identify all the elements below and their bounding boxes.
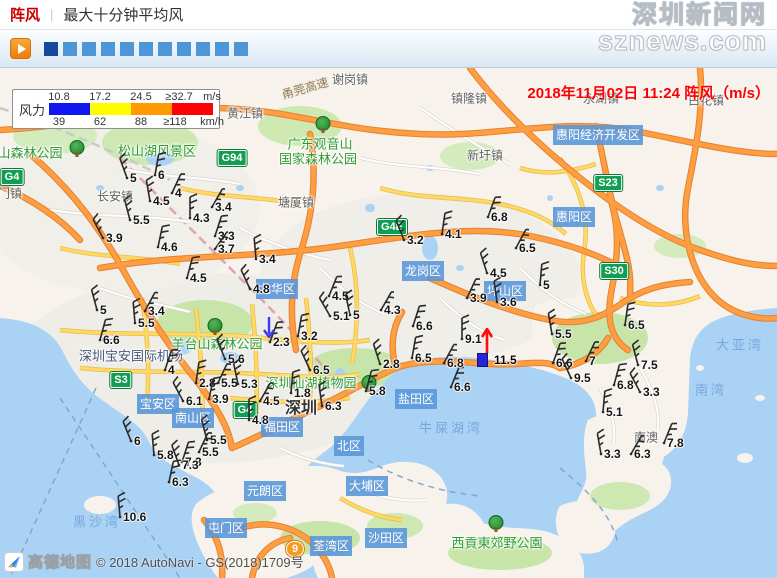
timeline-step-8[interactable]: [177, 42, 191, 56]
wind-value: 3.9: [212, 392, 229, 406]
wind-value: 5: [543, 278, 550, 292]
wind-value: 9.1: [465, 332, 482, 346]
timeline-step-5[interactable]: [120, 42, 134, 56]
wind-value: 3.2: [301, 329, 318, 343]
wind-value: 5: [130, 171, 137, 185]
wind-value: 4.5: [153, 194, 170, 208]
wind-value: 6.8: [447, 356, 464, 370]
wind-value: 6.6: [103, 333, 120, 347]
legend-tick: 62: [94, 116, 106, 128]
wind-value: 6.5: [313, 363, 330, 377]
timeline-step-2[interactable]: [63, 42, 77, 56]
legend-tick: 24.5: [130, 91, 151, 103]
wind-value: 6.6: [416, 319, 433, 333]
legend-color-segment-2: [90, 103, 131, 115]
wind-value: 4.8: [252, 413, 269, 427]
timeline-step-3[interactable]: [82, 42, 96, 56]
legend-color-bar: [49, 103, 213, 115]
wind-value: 6.3: [634, 447, 651, 461]
legend-tick: 17.2: [89, 91, 110, 103]
header-separator: |: [50, 7, 53, 22]
legend-color-segment-3: [131, 103, 172, 115]
wind-value: 7.3: [182, 458, 199, 472]
timeline-step-7[interactable]: [158, 42, 172, 56]
wind-value: 3.9: [106, 231, 123, 245]
wind-value: 7.8: [667, 436, 684, 450]
wind-value: 5.5: [138, 316, 155, 330]
wind-value: 5.1: [333, 309, 350, 323]
legend-tick: 10.8: [48, 91, 69, 103]
timeline-step-1[interactable]: [44, 42, 58, 56]
amap-logo-icon: [4, 552, 24, 572]
legend-title: 风力: [19, 100, 45, 119]
wind-value: 3.2: [407, 233, 424, 247]
legend-scale: 10.817.224.5≥32.7m/s 396288≥118km/h: [49, 91, 219, 127]
timeline-step-10[interactable]: [215, 42, 229, 56]
wind-value: 4.1: [445, 227, 462, 241]
wind-value: 6.5: [519, 241, 536, 255]
wind-value: 3.3: [643, 385, 660, 399]
app-root: 阵风 | 最大十分钟平均风 深圳新闻网 sznews.com: [0, 0, 777, 578]
timeline-step-9[interactable]: [196, 42, 210, 56]
wind-value: 4.3: [384, 303, 401, 317]
legend-tick: m/s: [203, 91, 221, 103]
map-canvas[interactable]: 惠阳经济开发区惠阳区龙岗区龙华区坪山区宝安区南山区福田区盐田区北区元朗区屯门区大…: [0, 68, 777, 578]
copyright-text: © 2018 AutoNavi - GS(2018)1709号: [96, 552, 304, 571]
wind-value: 6: [134, 434, 141, 448]
wind-value: 5: [353, 308, 360, 322]
timeline-step-4[interactable]: [101, 42, 115, 56]
tab-gust[interactable]: 阵风: [10, 4, 40, 25]
play-button[interactable]: [10, 38, 31, 59]
wind-value: 6.5: [628, 318, 645, 332]
wind-legend: 风力 10.817.224.5≥32.7m/s 396288≥118km/h: [12, 89, 220, 129]
wind-value: 5.5: [202, 445, 219, 459]
legend-ticks-ms: 10.8 17.2 24.5 ≥32.7 m/s: [49, 91, 219, 102]
timestamp-label: 2018年11月02日 11:24 阵风（m/s）: [527, 82, 770, 103]
wind-barbs-layer: 5644.53.44.33.33.94.63.75.56.83.24.16.53…: [0, 68, 777, 578]
wind-value: 4.5: [263, 394, 280, 408]
wind-value: 3.7: [218, 242, 235, 256]
header: 阵风 | 最大十分钟平均风: [0, 0, 777, 30]
legend-tick: ≥32.7: [165, 91, 192, 103]
timeline-step-11[interactable]: [234, 42, 248, 56]
timeline-steps: [44, 42, 248, 56]
wind-value: 2.8: [383, 357, 400, 371]
legend-color-segment-1: [49, 103, 90, 115]
map-attribution: 高德地图 © 2018 AutoNavi - GS(2018)1709号: [4, 551, 304, 572]
wind-value: 6.5: [415, 351, 432, 365]
wind-value: 5.5: [133, 213, 150, 227]
wind-value: 4.8: [253, 282, 270, 296]
wind-value: 5.8: [369, 384, 386, 398]
timeline-step-6[interactable]: [139, 42, 153, 56]
wind-value: 2.3: [273, 335, 290, 349]
legend-tick: km/h: [200, 116, 224, 128]
wind-value: 5.1: [606, 405, 623, 419]
legend-ticks-kmh: 396288≥118km/h: [49, 116, 219, 127]
legend-tick: 88: [135, 116, 147, 128]
wind-value: 7: [589, 354, 596, 368]
amap-logo-text: 高德地图: [28, 551, 92, 572]
legend-color-segment-4: [172, 103, 213, 115]
wind-value: 10.6: [123, 510, 146, 524]
wind-value: 6.3: [325, 399, 342, 413]
legend-tick: 39: [53, 116, 65, 128]
wind-value: 9.5: [574, 371, 591, 385]
timeline-bar: [0, 30, 777, 68]
legend-tick: ≥118: [163, 116, 187, 128]
wind-value: 3.6: [500, 295, 517, 309]
wind-value: 6.6: [454, 380, 471, 394]
wind-value: 4.5: [190, 271, 207, 285]
wind-value: 6.3: [172, 475, 189, 489]
play-icon: [18, 44, 26, 54]
tab-max-10min-avg-wind[interactable]: 最大十分钟平均风: [63, 4, 183, 25]
